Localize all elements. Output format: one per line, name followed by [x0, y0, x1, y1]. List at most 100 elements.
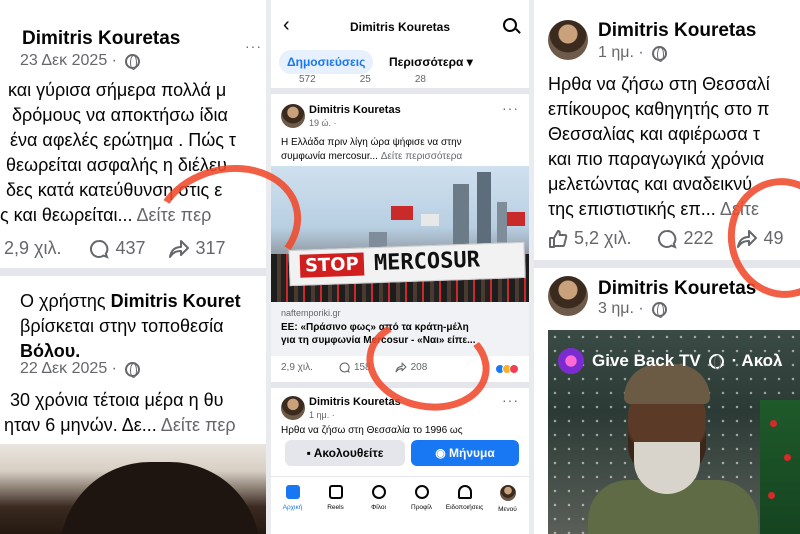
- nav-reels[interactable]: Reels: [314, 477, 357, 534]
- like-button[interactable]: 5,2 χιλ.: [548, 228, 631, 249]
- avatar[interactable]: [548, 276, 588, 316]
- like-count: 2,9 χιλ.: [281, 362, 313, 373]
- checkin-prefix: Ο χρήστης: [20, 291, 111, 311]
- checkin-author[interactable]: Dimitris Kouret: [111, 291, 241, 311]
- post-text-line: Ηρθα να ζήσω στη Θεσσαλί: [548, 74, 770, 94]
- like-icon: [549, 229, 568, 248]
- screenshot-panel-middle: ‹ Dimitris Kouretas Δημοσιεύσεις Περισσό…: [271, 0, 529, 534]
- post-author[interactable]: Dimitris Kouretas: [309, 396, 401, 408]
- comment-icon: [339, 362, 350, 373]
- post-text-last-line: ηταν 6 μηνών. Δε... Δείτε περ: [4, 413, 236, 438]
- like-count: 2,9 χιλ.: [4, 238, 62, 258]
- nav-menu[interactable]: Μενού: [486, 477, 529, 534]
- post-meta: 22 Δεκ 2025 ·: [20, 360, 140, 378]
- nav-friends[interactable]: Φίλοι: [357, 477, 400, 534]
- post-author[interactable]: Dimitris Kouretas: [598, 20, 756, 42]
- nav-label: Reels: [327, 504, 344, 511]
- reels-icon: [328, 485, 343, 499]
- comment-count: 222: [683, 228, 714, 248]
- search-icon[interactable]: [503, 18, 517, 32]
- post-text-line: ς και θεωρείται...: [0, 205, 133, 225]
- globe-icon: [651, 301, 667, 318]
- avatar[interactable]: [281, 396, 305, 420]
- post-time[interactable]: 1 ημ. ·: [309, 410, 335, 420]
- prev-share-count: 28: [414, 74, 426, 85]
- profile-title: Dimitris Kouretas: [349, 20, 451, 34]
- protest-photo[interactable]: STOP MERCOSUR: [271, 166, 529, 302]
- love-reaction-icon: [509, 364, 519, 374]
- like-button[interactable]: 2,9 χιλ.: [281, 362, 313, 373]
- avatar[interactable]: [281, 104, 305, 128]
- nav-label: Αρχική: [282, 504, 303, 511]
- post-text-line: 30 χρόνια τέτοια μέρα η θυ: [10, 390, 224, 410]
- comment-icon: [658, 229, 678, 249]
- post-text-line: επίκουρος καθηγητής στο π: [548, 99, 770, 119]
- tab-posts[interactable]: Δημοσιεύσεις: [279, 50, 374, 74]
- nav-label: Φίλοι: [371, 504, 386, 511]
- post-separator: [271, 88, 529, 94]
- post-meta: 3 ημ. ·: [598, 300, 667, 318]
- post-text-line: συμφωνία mercosur...: [281, 151, 381, 162]
- more-options-icon[interactable]: ···: [245, 38, 262, 54]
- post-date[interactable]: 23 Δεκ 2025 ·: [20, 52, 117, 70]
- prev-comment-count: 25: [359, 74, 371, 85]
- comment-button[interactable]: 222: [657, 228, 714, 249]
- globe-icon: [125, 53, 140, 70]
- tree-ornament: [770, 420, 777, 427]
- post-text-line: Θεσσαλίας και αφιέρωσα τ: [548, 124, 760, 144]
- banner-mercosur-text: MERCOSUR: [373, 247, 481, 277]
- menu-avatar-icon: [499, 485, 516, 501]
- channel-name[interactable]: Give Back TV: [592, 351, 701, 371]
- see-more-link[interactable]: Δείτε περ: [161, 415, 236, 435]
- bottom-nav: Αρχική Reels Φίλοι Προφίλ Ειδοποιήσεις Μ…: [271, 476, 529, 534]
- more-options-icon[interactable]: ···: [502, 392, 519, 408]
- message-label: Μήνυμα: [449, 446, 495, 460]
- post-text-line: και πιο παραγωγικά χρόνια: [548, 149, 765, 169]
- reaction-icons[interactable]: [495, 364, 519, 374]
- post-text-line: ηταν 6 μηνών. Δε...: [4, 415, 157, 435]
- nav-home[interactable]: Αρχική: [271, 477, 314, 534]
- post-time[interactable]: 1 ημ. ·: [598, 44, 644, 62]
- globe-icon: [708, 353, 724, 370]
- tab-more[interactable]: Περισσότερα ▾: [389, 50, 473, 74]
- post-author[interactable]: Dimitris Kouretas: [309, 104, 401, 116]
- post-time[interactable]: 3 ημ. ·: [598, 300, 644, 318]
- comment-button[interactable]: 437: [89, 238, 146, 259]
- post-text-line: δρόμους να αποκτήσω ίδια: [12, 105, 228, 125]
- post-author[interactable]: Dimitris Kouretas: [598, 278, 756, 300]
- post-date[interactable]: 22 Δεκ 2025 ·: [20, 360, 117, 378]
- post-meta: 23 Δεκ 2025 ·: [20, 52, 140, 70]
- nav-label: Προφίλ: [411, 504, 432, 511]
- channel-follow-link[interactable]: · Ακολ: [732, 351, 783, 371]
- photo-hair: [60, 462, 260, 534]
- post-text-last-line: συμφωνία mercosur... Δείτε περισσότερα: [281, 150, 462, 164]
- post-text-line: Η Ελλάδα πριν λίγη ώρα ψήφισε να στην: [281, 137, 462, 148]
- nav-profile[interactable]: Προφίλ: [400, 477, 443, 534]
- more-options-icon[interactable]: ···: [502, 100, 519, 116]
- following-icon: ▪: [306, 446, 314, 460]
- video-channel-row: Give Back TV · Ακολ: [558, 348, 782, 374]
- prev-like-count: 572: [299, 74, 316, 85]
- post-text-line: μελετώντας και αναδεικνύ: [548, 174, 753, 194]
- post-author[interactable]: Dimitris Kouretas: [22, 28, 180, 50]
- nav-label: Μενού: [498, 506, 517, 513]
- see-more-link[interactable]: Δείτε περισσότερα: [381, 151, 462, 162]
- post-text-last-line: της επιστιστικής επ... Δείτε: [548, 197, 759, 222]
- post-text-line: ένα αφελές ερώτημα . Πώς τ: [10, 130, 237, 150]
- messenger-icon: ◉: [435, 446, 450, 460]
- photo-flag: [421, 214, 439, 226]
- post-text-line: της επιστιστικής επ...: [548, 199, 716, 219]
- channel-avatar[interactable]: [558, 348, 584, 374]
- like-button[interactable]: 2,9 χιλ.: [4, 238, 61, 259]
- nav-notifications[interactable]: Ειδοποιήσεις: [443, 477, 486, 534]
- post-photo[interactable]: [0, 444, 266, 534]
- message-button[interactable]: ◉ Μήνυμα: [411, 440, 519, 466]
- following-button[interactable]: ▪ Ακολουθείτε: [285, 440, 405, 466]
- shared-video[interactable]: Give Back TV · Ακολ: [548, 330, 800, 534]
- checkin-location-line: βρίσκεται στην τοποθεσία: [20, 316, 224, 336]
- friends-icon: [371, 485, 386, 499]
- profile-header: ‹ Dimitris Kouretas: [271, 0, 529, 46]
- post-time[interactable]: 19 ώ. ·: [309, 118, 337, 128]
- following-label: Ακολουθείτε: [313, 446, 384, 460]
- avatar[interactable]: [548, 20, 588, 60]
